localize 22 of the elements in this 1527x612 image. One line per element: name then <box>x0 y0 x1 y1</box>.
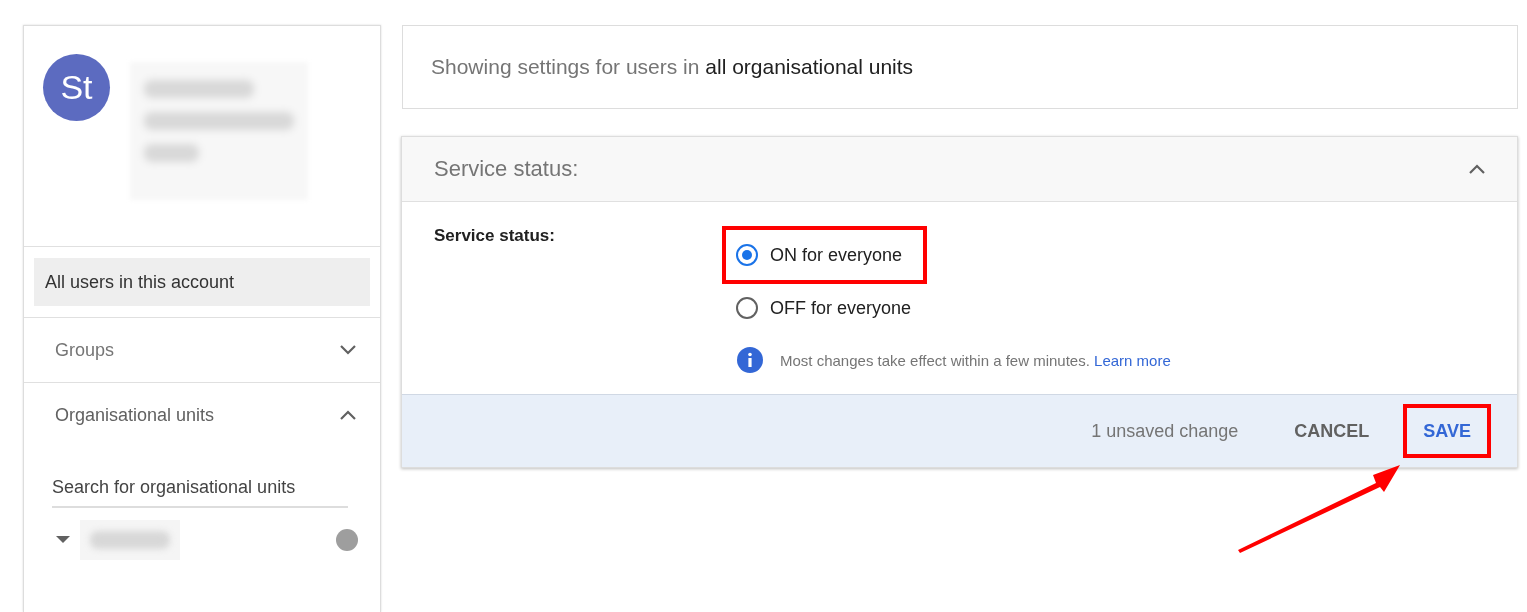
unsaved-count: 1 unsaved change <box>1091 420 1239 442</box>
learn-more-link[interactable]: Learn more <box>1094 351 1171 369</box>
chevron-up-icon[interactable] <box>338 408 358 422</box>
info-text: Most changes take effect within a few minutes. Learn more <box>780 351 1171 369</box>
status-dot <box>336 529 358 551</box>
radio-button[interactable] <box>736 297 758 319</box>
radio-option[interactable]: OFF for everyone <box>722 284 927 332</box>
field-label: Service status: <box>434 226 556 247</box>
chevron-up-icon[interactable] <box>1467 162 1487 176</box>
scope-text: Showing settings for users in all organisational units <box>431 55 914 79</box>
info-icon <box>736 346 764 374</box>
chevron-down-icon[interactable] <box>338 343 358 357</box>
avatar: St <box>43 54 110 121</box>
section-label[interactable]: Groups <box>55 339 115 361</box>
sidebar-item[interactable]: All users in this account <box>34 258 370 306</box>
panel-title: Service status: <box>434 156 579 182</box>
cancel-button[interactable]: CANCEL <box>1274 404 1390 458</box>
save-button[interactable]: SAVE <box>1403 404 1491 458</box>
dropdown-triangle-icon[interactable] <box>56 536 70 544</box>
radio-button[interactable] <box>736 244 758 266</box>
section-label[interactable]: Organisational units <box>55 404 215 426</box>
highlighted-radio-option[interactable]: ON for everyone <box>722 226 927 284</box>
